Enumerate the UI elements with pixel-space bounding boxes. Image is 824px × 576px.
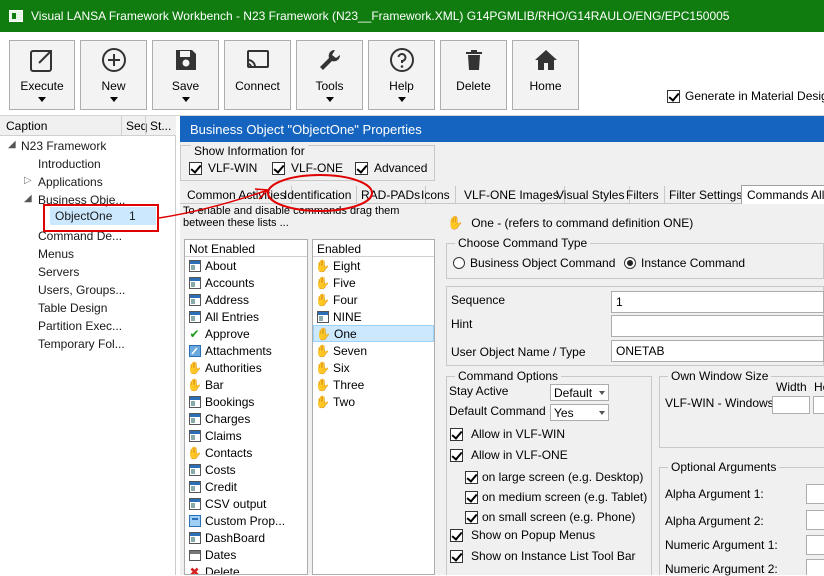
annotation-overlay [158, 174, 373, 219]
